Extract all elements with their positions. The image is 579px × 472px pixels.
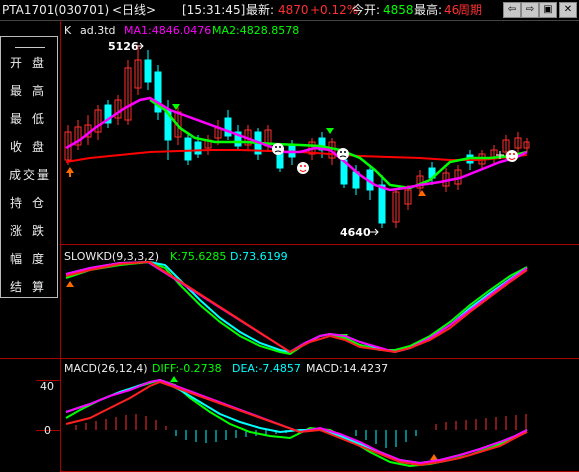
candle xyxy=(523,138,530,152)
trough-arrow-icon xyxy=(370,228,379,236)
up-arrow-icon xyxy=(418,190,426,196)
candlestick-group xyxy=(64,45,530,228)
kd-pink-overlay xyxy=(65,260,528,354)
kd-red-overlay xyxy=(65,261,528,354)
kd-d-line xyxy=(65,260,528,354)
candle xyxy=(264,125,272,152)
kd-k-line xyxy=(65,260,528,356)
smiley-icon xyxy=(337,148,349,160)
down-arrow-icon xyxy=(326,128,334,134)
candle xyxy=(204,135,212,155)
candle xyxy=(94,105,102,140)
candle xyxy=(154,65,162,120)
candle xyxy=(74,120,82,150)
candle xyxy=(392,188,400,228)
smiley-icon xyxy=(272,143,284,155)
macd-dea-line xyxy=(65,378,528,465)
candle xyxy=(134,45,142,95)
candle xyxy=(104,100,112,128)
chart-canvas[interactable] xyxy=(0,0,579,472)
up-arrow-icon xyxy=(66,281,74,287)
smiley-icon xyxy=(297,162,309,174)
up-arrow-icon xyxy=(430,454,438,460)
candle xyxy=(378,175,386,228)
candle xyxy=(224,110,232,140)
down-arrow-icon xyxy=(172,104,180,110)
macd-diff-line xyxy=(65,378,528,468)
candle xyxy=(84,115,92,145)
peak-arrow-icon xyxy=(136,42,144,50)
down-arrow-icon xyxy=(170,376,178,382)
smiley-icon xyxy=(506,150,518,162)
candle xyxy=(234,125,242,150)
candle xyxy=(144,50,152,90)
candle xyxy=(428,162,436,185)
macd-red-overlay xyxy=(65,380,528,467)
up-arrow-icon xyxy=(66,167,74,177)
macd-pink-overlay xyxy=(65,378,528,465)
candle xyxy=(184,132,192,165)
candle xyxy=(124,60,132,125)
